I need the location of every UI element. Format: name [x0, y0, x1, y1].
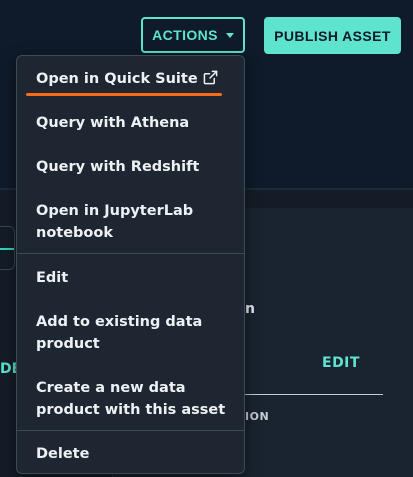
menu-item-open-in-jupyterlab[interactable]: Open in JupyterLab notebook [36, 200, 196, 244]
menu-item-label: Query with Redshift [36, 159, 200, 175]
tab-accent [0, 248, 14, 250]
menu-item-open-in-quick-suite[interactable]: Open in Quick Suite [36, 68, 236, 90]
actions-dropdown-button[interactable]: ACTIONS [141, 17, 245, 53]
publish-asset-button[interactable]: PUBLISH ASSET [264, 17, 401, 54]
menu-item-delete[interactable]: Delete [36, 443, 236, 465]
menu-separator [17, 430, 244, 431]
menu-item-label: Edit [36, 270, 69, 286]
menu-item-query-with-athena[interactable]: Query with Athena [36, 112, 236, 134]
menu-item-label: Create a new data product with this asse… [36, 380, 226, 418]
menu-item-query-with-redshift[interactable]: Query with Redshift [36, 156, 236, 178]
menu-item-label: Add to existing data product [36, 314, 203, 352]
panel-divider [245, 394, 383, 395]
edit-link[interactable]: EDIT [322, 355, 360, 371]
menu-item-label: Open in JupyterLab notebook [36, 203, 194, 241]
caret-down-icon [225, 32, 234, 38]
publish-button-label: PUBLISH ASSET [274, 27, 391, 44]
menu-separator [17, 253, 244, 254]
selection-underline [26, 93, 222, 96]
menu-item-label: Query with Athena [36, 115, 190, 131]
actions-menu: Open in Quick Suite Query with Athena Qu… [16, 55, 245, 474]
external-link-icon [203, 70, 218, 85]
menu-item-edit[interactable]: Edit [36, 267, 236, 289]
menu-item-create-new-data-product[interactable]: Create a new data product with this asse… [36, 377, 236, 421]
field-label-fragment: ION [245, 410, 270, 423]
actions-button-label: ACTIONS [152, 27, 218, 43]
menu-item-label: Delete [36, 446, 90, 462]
menu-item-add-to-existing-data-product[interactable]: Add to existing data product [36, 311, 206, 355]
panel-heading-fragment: n [245, 301, 255, 317]
menu-item-label: Open in Quick Suite [36, 71, 198, 87]
